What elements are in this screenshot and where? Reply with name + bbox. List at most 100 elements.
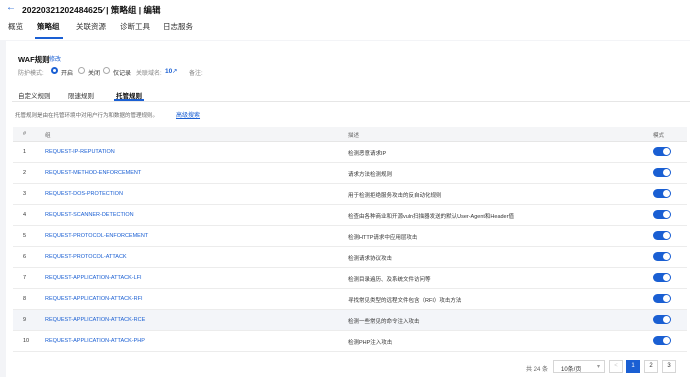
toggle-knob [663, 295, 670, 302]
table-row: 9 REQUEST-APPLICATION-ATTACK-RCE 检测一些常见的… [13, 310, 687, 331]
row-index: 5 [23, 233, 27, 239]
toggle-knob [663, 316, 670, 323]
mode-label: 防护模式: [18, 71, 44, 77]
row-description: 检测恶意请求IP [348, 151, 387, 157]
row-description: 检测PHP注入攻击 [348, 340, 393, 346]
row-group-link[interactable]: REQUEST-APPLICATION-ATTACK-LFI [45, 275, 142, 281]
table-row: 3 REQUEST-DOS-PROTECTION 用于检测拒绝服务攻击的反自动化… [13, 184, 687, 205]
prev-page-button[interactable]: < [609, 360, 623, 373]
row-index: 9 [23, 317, 27, 323]
radio-log-only-label[interactable]: 仅记录 [113, 68, 131, 77]
row-index: 4 [23, 212, 27, 218]
mode-toggle[interactable] [653, 252, 671, 261]
tab-related-resources[interactable]: 关联资源 [76, 21, 106, 32]
row-description: 检查由各种商业和开源vuln扫描器发送的默认User-Agent和Header值 [348, 214, 514, 220]
mode-toggle[interactable] [653, 336, 671, 345]
mode-toggle[interactable] [653, 168, 671, 177]
advanced-search-link[interactable]: 高级搜索 [176, 110, 200, 119]
row-description: 检测请求协议攻击 [348, 256, 393, 262]
note-label: 备注: [189, 71, 203, 77]
table-row: 8 REQUEST-APPLICATION-ATTACK-RFI 寻找常见类型的… [13, 289, 687, 310]
toggle-knob [663, 274, 670, 281]
row-group-link[interactable]: REQUEST-SCANNER-DETECTION [45, 212, 134, 218]
row-group-link[interactable]: REQUEST-DOS-PROTECTION [45, 191, 123, 197]
waf-card: WAF规则 修改 防护模式: 开启 关闭 仅记录 关联域名: 10 ↗ 备注: … [6, 41, 690, 377]
mode-toggle[interactable] [653, 315, 671, 324]
link-icon[interactable]: ↗ [172, 67, 177, 75]
radio-on-label[interactable]: 开启 [61, 68, 73, 77]
subtab-custom-rules[interactable]: 自定义规则 [18, 90, 51, 100]
managed-description: 托管规则是由在托管环境中对用户行为和数据的管理规则。 [15, 113, 159, 119]
radio-on[interactable] [51, 67, 58, 74]
subtab-rate-limit[interactable]: 限速规则 [68, 90, 94, 100]
toggle-knob [663, 148, 670, 155]
row-index: 6 [23, 254, 27, 260]
mode-toggle[interactable] [653, 273, 671, 282]
page-size-value: 10条/页 [561, 367, 582, 373]
page-button-2[interactable]: 2 [644, 360, 658, 373]
table-row: 6 REQUEST-PROTOCOL-ATTACK 检测请求协议攻击 [13, 247, 687, 268]
row-index: 1 [23, 149, 27, 155]
row-description: 检测一些常见的命令注入攻击 [348, 319, 420, 325]
row-group-link[interactable]: REQUEST-APPLICATION-ATTACK-RCE [45, 317, 145, 323]
row-description: 检测目录遍历、及系统文件访问等 [348, 277, 431, 283]
waf-title: WAF规则 [18, 55, 50, 64]
tab-log-service[interactable]: 日志服务 [163, 21, 193, 32]
row-group-link[interactable]: REQUEST-METHOD-ENFORCEMENT [45, 170, 141, 176]
row-group-link[interactable]: REQUEST-PROTOCOL-ATTACK [45, 254, 127, 260]
table-row: 2 REQUEST-METHOD-ENFORCEMENT 请求方法检测规则 [13, 163, 687, 184]
page-button-1[interactable]: 1 [626, 360, 640, 373]
pagination-total: 共 24 条 [526, 367, 549, 373]
toggle-knob [663, 169, 670, 176]
table-row: 5 REQUEST-PROTOCOL-ENFORCEMENT 检测HTTP请求中… [13, 226, 687, 247]
row-group-link[interactable]: REQUEST-APPLICATION-ATTACK-RFI [45, 296, 142, 302]
table-row: 4 REQUEST-SCANNER-DETECTION 检查由各种商业和开源vu… [13, 205, 687, 226]
mode-toggle[interactable] [653, 231, 671, 240]
mode-toggle[interactable] [653, 147, 671, 156]
row-group-link[interactable]: REQUEST-PROTOCOL-ENFORCEMENT [45, 233, 148, 239]
row-description: 请求方法检测规则 [348, 172, 393, 178]
mode-toggle[interactable] [653, 294, 671, 303]
edit-link[interactable]: 修改 [49, 54, 61, 63]
tab-diagnostic-tools[interactable]: 诊断工具 [120, 21, 150, 32]
toggle-knob [663, 190, 670, 197]
col-group: 组 [45, 133, 51, 139]
col-description: 描述 [348, 133, 360, 139]
row-group-link[interactable]: REQUEST-IP-REPUTATION [45, 149, 115, 155]
page-size-select[interactable]: 10条/页 ▾ [553, 360, 605, 373]
row-group-link[interactable]: REQUEST-APPLICATION-ATTACK-PHP [45, 338, 145, 344]
toggle-knob [663, 232, 670, 239]
toggle-knob [663, 211, 670, 218]
radio-off-label[interactable]: 关闭 [88, 68, 100, 77]
row-description: 用于检测拒绝服务攻击的反自动化规则 [348, 193, 442, 199]
row-description: 寻找常见类型的远程文件包含（RFI）攻击方法 [348, 298, 462, 304]
row-index: 8 [23, 296, 27, 302]
radio-off[interactable] [78, 67, 85, 74]
active-tab-indicator [35, 37, 63, 39]
row-description: 检测HTTP请求中应用层攻击 [348, 235, 418, 241]
radio-log-only[interactable] [103, 67, 110, 74]
toggle-knob [663, 253, 670, 260]
tab-overview[interactable]: 概览 [8, 21, 23, 32]
chevron-down-icon: ▾ [596, 364, 600, 370]
row-index: 2 [23, 170, 27, 176]
table-row: 1 REQUEST-IP-REPUTATION 检测恶意请求IP [13, 142, 687, 163]
subtab-divider [12, 101, 690, 102]
back-arrow-icon[interactable]: ← [6, 3, 16, 13]
toggle-knob [663, 337, 670, 344]
row-index: 7 [23, 275, 27, 281]
table-row: 7 REQUEST-APPLICATION-ATTACK-LFI 检测目录遍历、… [13, 268, 687, 289]
page-button-3[interactable]: 3 [662, 360, 676, 373]
col-mode: 模式 [653, 133, 665, 139]
tab-policy-group[interactable]: 策略组 [37, 21, 60, 32]
domain-label: 关联域名: [136, 71, 162, 77]
col-index: # [23, 131, 27, 137]
page-title: 20220321202484625⁄ | 策略组 | 编辑 [22, 5, 161, 15]
row-index: 10 [23, 338, 30, 344]
mode-toggle[interactable] [653, 210, 671, 219]
row-index: 3 [23, 191, 27, 197]
table-row: 10 REQUEST-APPLICATION-ATTACK-PHP 检测PHP注… [13, 331, 687, 352]
header-bar: ← 20220321202484625⁄ | 策略组 | 编辑 概览 策略组 关… [0, 0, 690, 40]
table-header: # 组 描述 模式 [13, 127, 687, 142]
mode-toggle[interactable] [653, 189, 671, 198]
